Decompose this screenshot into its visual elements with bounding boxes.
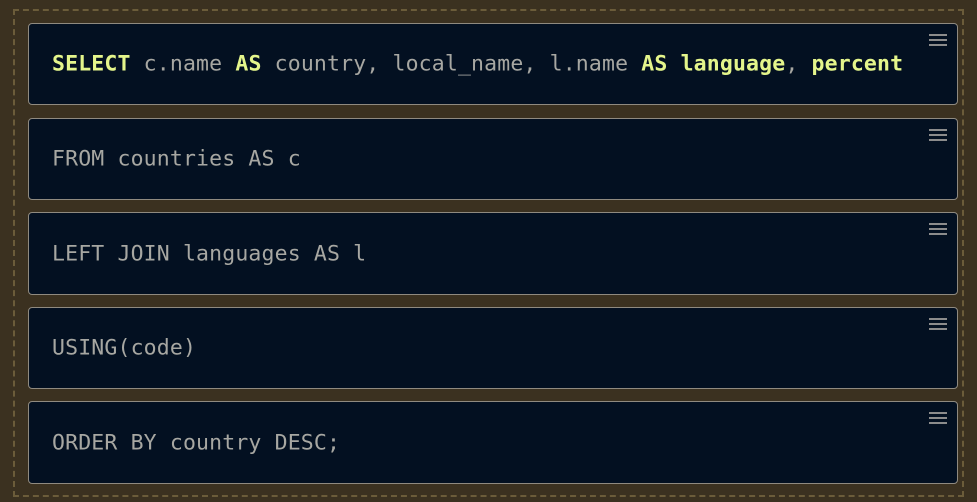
code-token: SELECT — [52, 51, 131, 77]
code-block-using[interactable]: USING(code) — [28, 307, 958, 389]
code-block-left-join[interactable]: LEFT JOIN languages AS l — [28, 212, 958, 295]
code-token: percent — [811, 51, 904, 77]
code-line-left-join: LEFT JOIN languages AS l — [52, 241, 367, 266]
code-token: , — [785, 51, 812, 77]
code-ordering-board: SELECT c.name AS country, local_name, l.… — [0, 0, 977, 502]
hamburger-icon[interactable] — [929, 129, 947, 143]
code-token: country, local_name, l.name — [261, 51, 642, 77]
code-line-order-by: ORDER BY country DESC; — [52, 430, 341, 455]
code-token: AS — [235, 51, 262, 77]
code-line-using: USING(code) — [52, 335, 197, 361]
hamburger-icon[interactable] — [929, 412, 947, 426]
hamburger-icon[interactable] — [929, 223, 947, 237]
hamburger-icon[interactable] — [929, 318, 947, 332]
hamburger-icon[interactable] — [929, 34, 947, 48]
code-token: AS language — [641, 51, 786, 77]
code-line-select: SELECT c.name AS country, local_name, l.… — [52, 52, 903, 77]
code-block-from[interactable]: FROM countries AS c — [28, 118, 958, 200]
code-block-order-by[interactable]: ORDER BY country DESC; — [28, 401, 958, 484]
code-line-from: FROM countries AS c — [52, 146, 301, 172]
code-block-select[interactable]: SELECT c.name AS country, local_name, l.… — [28, 23, 958, 105]
code-token: c.name — [130, 51, 236, 77]
